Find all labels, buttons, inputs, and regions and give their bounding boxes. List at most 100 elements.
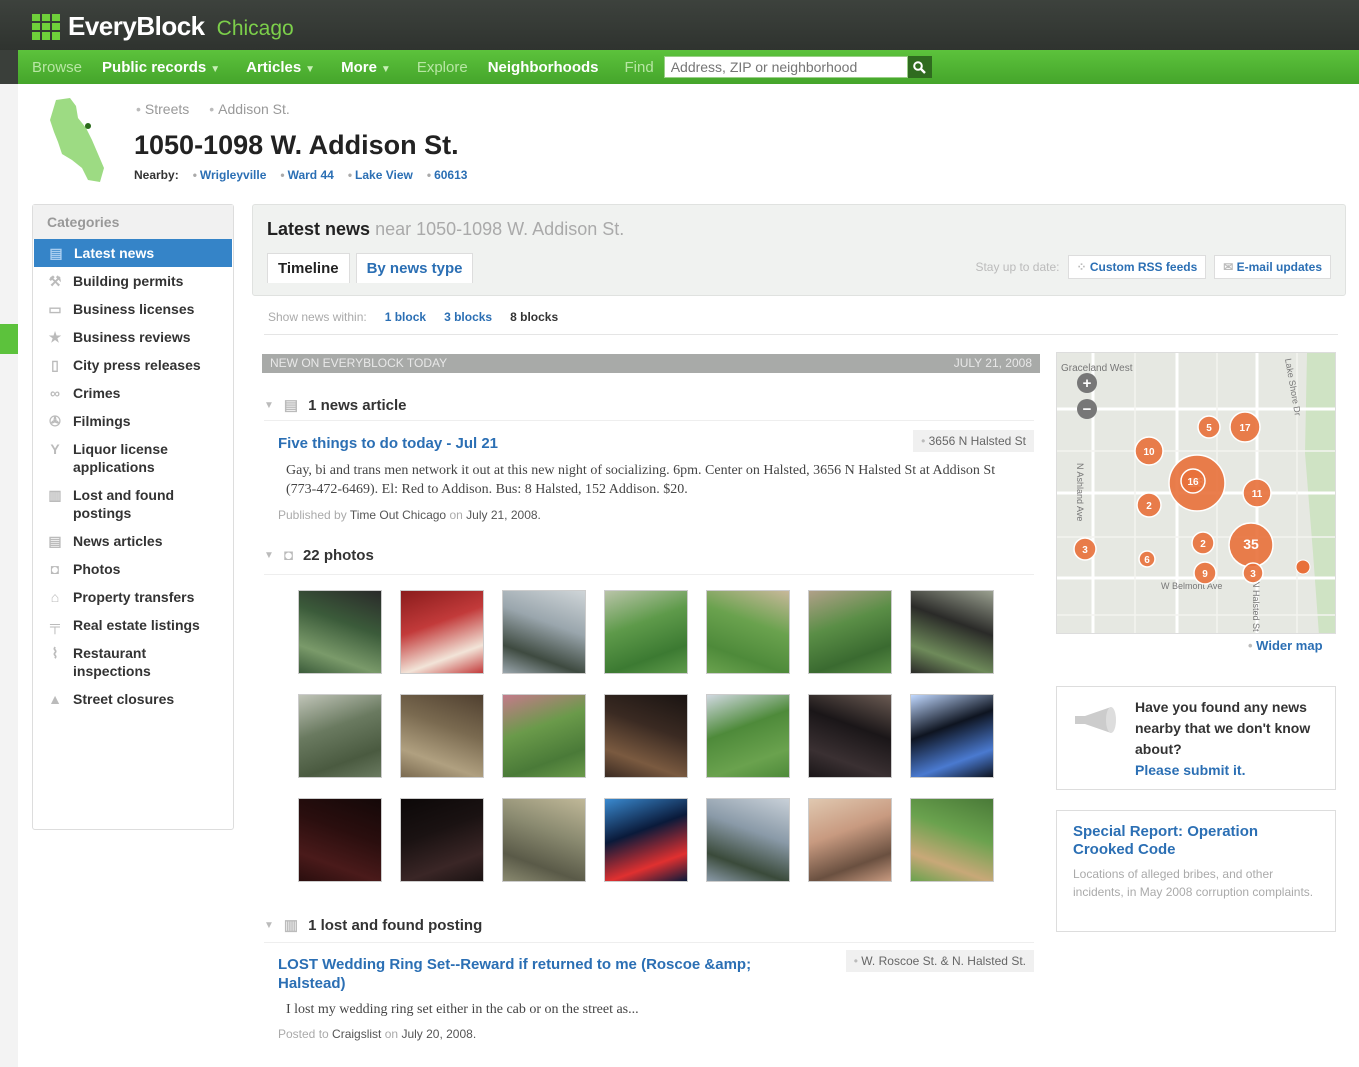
stay-up-to-date: Stay up to date: ⁘ Custom RSS feeds ✉ E-… <box>975 255 1331 279</box>
nav-neighborhoods[interactable]: Neighborhoods <box>488 59 599 76</box>
zoom-out-icon[interactable]: − <box>1077 399 1097 419</box>
nav-public-records[interactable]: Public records ▼ <box>102 59 220 76</box>
zoom-in-icon[interactable]: + <box>1077 373 1097 393</box>
sidebar-item-news-articles[interactable]: ▤ News articles <box>33 527 233 555</box>
radius-3-blocks[interactable]: 3 blocks <box>444 310 492 324</box>
search-button[interactable] <box>907 56 932 78</box>
photo-thumbnail[interactable] <box>910 694 994 778</box>
photo-thumbnail[interactable] <box>706 590 790 674</box>
sidebar-item-city-press-releases[interactable]: ▯ City press releases <box>33 351 233 379</box>
sidebar-item-filmings[interactable]: ✇ Filmings <box>33 407 233 435</box>
map-canvas[interactable]: Graceland West N Ashland Ave W Belmont A… <box>1057 353 1336 634</box>
photo-thumbnail[interactable] <box>808 694 892 778</box>
sidebar-item-real-estate[interactable]: ╤ Real estate listings <box>33 611 233 639</box>
search-icon <box>913 60 927 74</box>
chicago-map-icon <box>50 98 104 182</box>
map-marker[interactable]: 17 <box>1229 411 1261 443</box>
news-location-tag[interactable]: • 3656 N Halsted St <box>913 430 1034 452</box>
nearby-lake-view[interactable]: • Lake View <box>348 168 413 182</box>
photo-thumbnail[interactable] <box>298 590 382 674</box>
photo-thumbnail[interactable] <box>910 590 994 674</box>
photo-thumbnail[interactable] <box>502 694 586 778</box>
map-marker[interactable]: 3 <box>1242 562 1264 584</box>
divider <box>264 334 1338 335</box>
map-label-belmont: W Belmont Ave <box>1161 581 1222 591</box>
photos-section-heading[interactable]: ▼ ◘ 22 photos <box>264 547 374 564</box>
today-date: JULY 21, 2008 <box>953 356 1032 370</box>
nearby-label: Nearby: <box>134 168 179 182</box>
email-updates-button[interactable]: ✉ E-mail updates <box>1214 255 1331 279</box>
sidebar-item-property-transfers[interactable]: ⌂ Property transfers <box>33 583 233 611</box>
lost-source[interactable]: Craigslist <box>332 1027 381 1041</box>
photo-thumbnail[interactable] <box>400 694 484 778</box>
lost-section-heading[interactable]: ▼ ▥ 1 lost and found posting <box>264 916 482 935</box>
news-map[interactable]: Graceland West N Ashland Ave W Belmont A… <box>1056 352 1336 634</box>
svg-text:10: 10 <box>1143 447 1155 458</box>
map-marker[interactable]: 6 <box>1138 550 1156 568</box>
map-marker[interactable]: 2 <box>1191 531 1215 555</box>
sidebar-item-street-closures[interactable]: ▲ Street closures <box>33 685 233 713</box>
photo-thumbnail[interactable] <box>502 590 586 674</box>
nearby-zip[interactable]: • 60613 <box>427 168 468 182</box>
svg-text:9: 9 <box>1202 569 1208 580</box>
photo-thumbnail[interactable] <box>808 798 892 882</box>
nav-more[interactable]: More ▼ <box>341 59 391 76</box>
page-title: 1050-1098 W. Addison St. <box>134 130 459 160</box>
photo-thumbnail[interactable] <box>502 798 586 882</box>
search-input[interactable] <box>663 56 908 78</box>
photo-thumbnail[interactable] <box>706 798 790 882</box>
lost-location-tag[interactable]: • W. Roscoe St. & N. Halsted St. <box>845 950 1034 972</box>
breadcrumb-addison[interactable]: • Addison St. <box>209 101 290 117</box>
chevron-down-icon: ▼ <box>305 63 316 75</box>
sidebar-item-business-licenses[interactable]: ▭ Business licenses <box>33 295 233 323</box>
special-report-link[interactable]: Special Report: Operation Crooked Code <box>1073 823 1319 859</box>
photo-thumbnail[interactable] <box>604 798 688 882</box>
sidebar-item-liquor-license[interactable]: Y Liquor license applications <box>33 435 233 481</box>
map-marker[interactable]: 2 <box>1136 492 1162 518</box>
chevron-down-icon: ▼ <box>380 63 391 75</box>
news-section-heading[interactable]: ▼ ▤ 1 news article <box>264 396 406 415</box>
sidebar-item-business-reviews[interactable]: ★ Business reviews <box>33 323 233 351</box>
sidebar-item-lost-and-found[interactable]: ▥ Lost and found postings <box>33 481 233 527</box>
radius-8-blocks[interactable]: 8 blocks <box>510 310 558 324</box>
news-item-title[interactable]: Five things to do today - Jul 21 <box>278 435 498 452</box>
news-source[interactable]: Time Out Chicago <box>350 508 446 522</box>
photo-thumbnail[interactable] <box>910 798 994 882</box>
breadcrumb-streets[interactable]: • Streets <box>136 101 189 117</box>
photo-thumbnail[interactable] <box>400 798 484 882</box>
site-logo[interactable]: EveryBlock Chicago <box>32 11 294 42</box>
camera-icon: ◘ <box>283 547 293 564</box>
sidebar-item-building-permits[interactable]: ⚒ Building permits <box>33 267 233 295</box>
photo-thumbnail[interactable] <box>604 590 688 674</box>
nearby-wrigleyville[interactable]: • Wrigleyville <box>193 168 267 182</box>
map-marker[interactable]: 16 <box>1180 468 1206 494</box>
photo-thumbnail[interactable] <box>604 694 688 778</box>
photo-thumbnail[interactable] <box>298 694 382 778</box>
radius-1-block[interactable]: 1 block <box>385 310 426 324</box>
sidebar-item-crimes[interactable]: ∞ Crimes <box>33 379 233 407</box>
rss-feeds-button[interactable]: ⁘ Custom RSS feeds <box>1067 255 1207 279</box>
nav-articles[interactable]: Articles ▼ <box>246 59 315 76</box>
map-marker[interactable] <box>1295 559 1311 575</box>
map-marker[interactable]: 9 <box>1193 561 1217 585</box>
map-marker[interactable]: 35 <box>1228 522 1274 568</box>
map-marker[interactable]: 11 <box>1242 478 1272 508</box>
rss-icon: ⁘ <box>1076 260 1090 274</box>
sidebar-item-photos[interactable]: ◘ Photos <box>33 555 233 583</box>
map-marker[interactable]: 10 <box>1134 436 1164 466</box>
photo-thumbnail[interactable] <box>400 590 484 674</box>
tab-by-news-type[interactable]: By news type <box>355 253 474 283</box>
map-marker[interactable]: 3 <box>1073 537 1097 561</box>
tab-timeline[interactable]: Timeline <box>267 253 350 283</box>
sidebar-item-latest-news[interactable]: ▤ Latest news <box>34 239 232 267</box>
photo-thumbnail[interactable] <box>298 798 382 882</box>
sidebar-item-restaurant-inspections[interactable]: ⌇ Restaurant inspections <box>33 639 233 685</box>
wider-map-link[interactable]: • Wider map <box>1248 638 1323 653</box>
photo-thumbnail[interactable] <box>706 694 790 778</box>
lost-item-title[interactable]: LOST Wedding Ring Set--Reward if returne… <box>278 955 818 993</box>
submit-news-link[interactable]: Please submit it. <box>1135 760 1325 781</box>
nearby-ward-44[interactable]: • Ward 44 <box>280 168 333 182</box>
photo-thumbnail[interactable] <box>808 590 892 674</box>
main-nav: Browse Public records ▼ Articles ▼ More ▼ E… <box>18 50 1359 84</box>
map-marker[interactable]: 5 <box>1197 415 1221 439</box>
